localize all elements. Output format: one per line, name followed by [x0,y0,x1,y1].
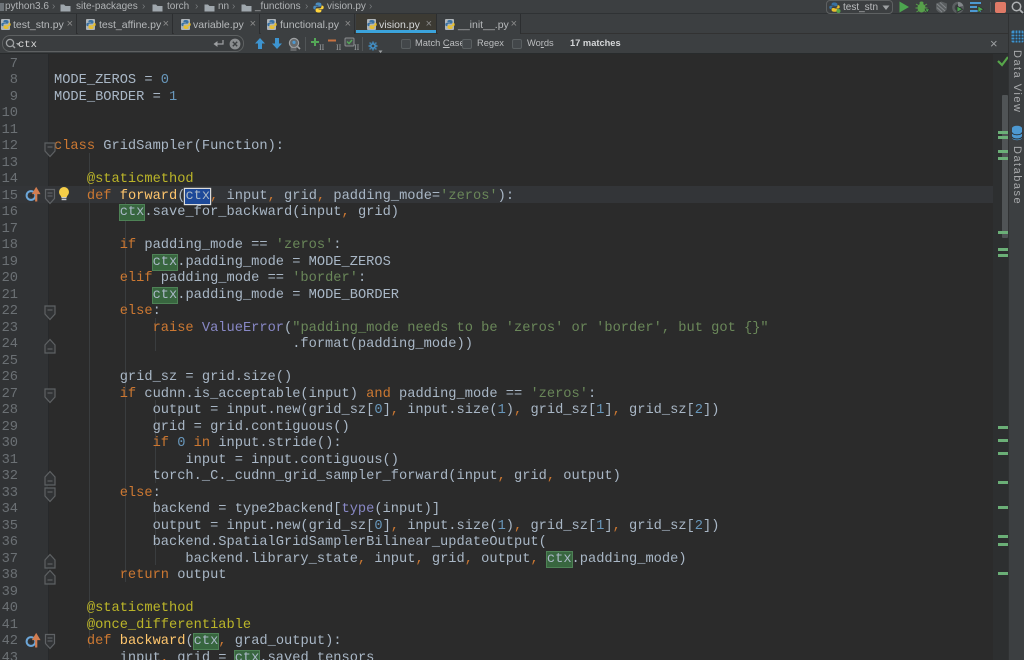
svg-text:II: II [354,43,360,52]
svg-text:II: II [319,43,325,52]
svg-text:II: II [336,43,342,52]
